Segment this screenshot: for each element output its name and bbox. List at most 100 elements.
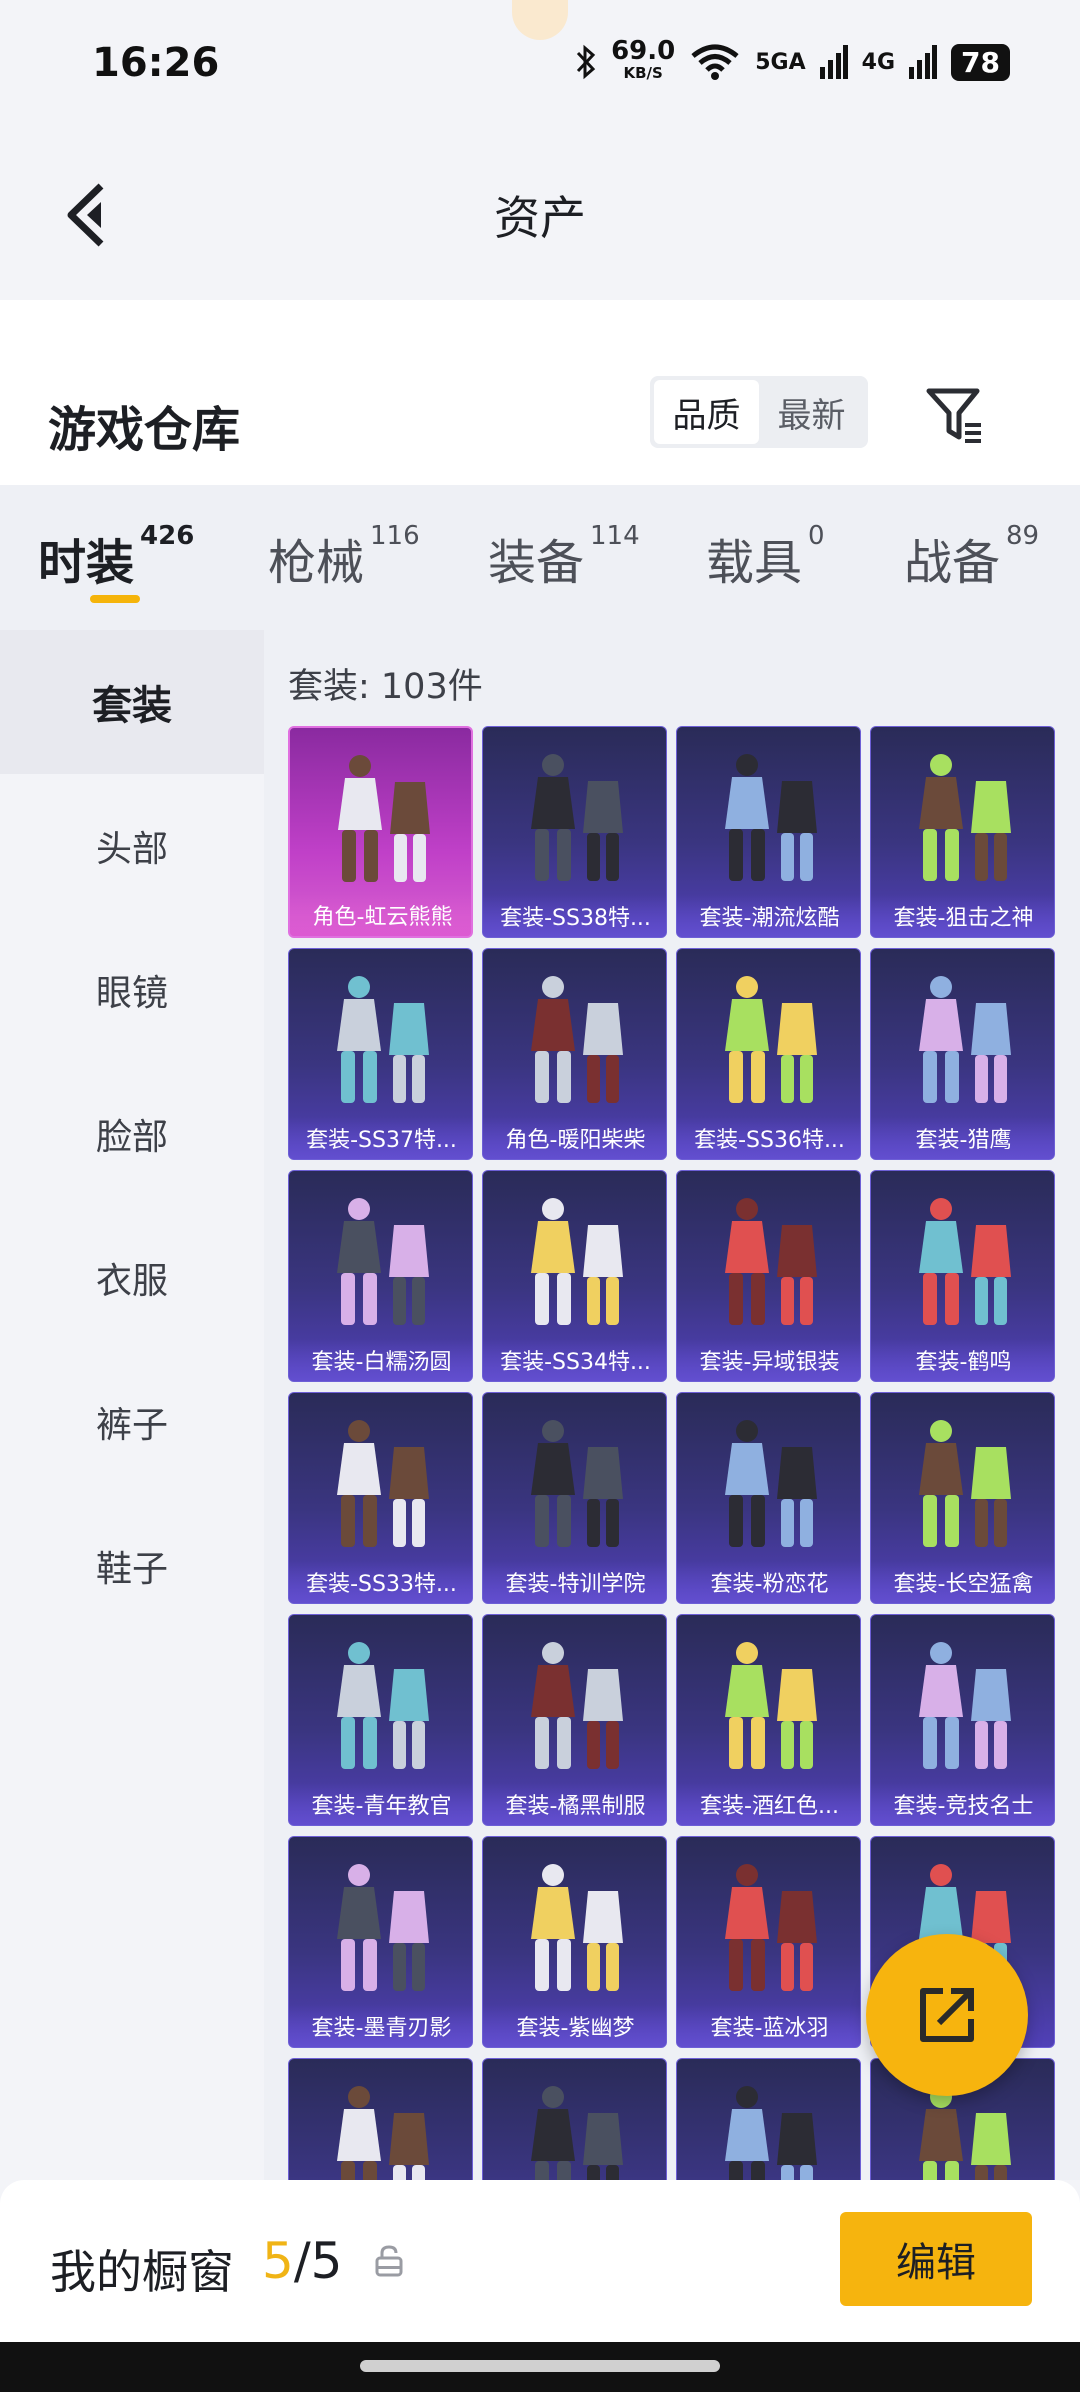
item-card[interactable]: 套装-SS33特...: [288, 1392, 473, 1604]
item-card[interactable]: 套装-青年教官: [288, 1614, 473, 1826]
item-card[interactable]: 角色-暖阳柴柴: [482, 948, 667, 1160]
item-card[interactable]: 套装-特训学院: [482, 1392, 667, 1604]
item-card[interactable]: 套装-狙击之神: [870, 726, 1055, 938]
active-tab-indicator: [90, 595, 140, 603]
notification-icon: [512, 0, 568, 40]
tab-fashion[interactable]: 时装 426: [38, 521, 194, 593]
item-card-label: 套装-SS34特...: [483, 1339, 666, 1381]
item-card-label: 套装-狙击之神: [871, 895, 1054, 937]
signal-5g-label: 5GA: [755, 49, 806, 75]
showcase-bar: 我的橱窗 5/5 编辑: [0, 2180, 1080, 2342]
item-card-label: 套装-青年教官: [289, 1783, 472, 1825]
item-card[interactable]: [482, 2058, 667, 2180]
item-card-label: 套装-橘黑制服: [483, 1783, 666, 1825]
item-card[interactable]: 套装-墨青刃影: [288, 1836, 473, 2048]
outfit-thumbnail: [337, 976, 429, 1103]
item-card-label: 套装-潮流炫酷: [677, 895, 860, 937]
share-button[interactable]: [866, 1934, 1028, 2096]
tab-equipment[interactable]: 装备 114: [488, 521, 640, 593]
share-icon: [920, 1988, 974, 2042]
item-card-label: 角色-暖阳柴柴: [483, 1117, 666, 1159]
item-card-label: 套装-特训学院: [483, 1561, 666, 1603]
outfit-thumbnail: [531, 1864, 623, 1991]
item-card[interactable]: 套装-SS37特...: [288, 948, 473, 1160]
item-card[interactable]: [288, 2058, 473, 2180]
item-card-label: 套装-鹤鸣: [871, 1339, 1054, 1381]
tab-weapons[interactable]: 枪械 116: [268, 521, 420, 593]
sort-latest-option[interactable]: 最新: [759, 380, 864, 444]
item-card[interactable]: 套装-白糯汤圆: [288, 1170, 473, 1382]
outfit-thumbnail: [725, 976, 817, 1103]
outfit-thumbnail: [725, 1198, 817, 1325]
item-card-label: 套装-SS37特...: [289, 1117, 472, 1159]
filter-button[interactable]: [920, 380, 990, 450]
sidebar-item-suits[interactable]: 套装: [0, 630, 264, 774]
item-card[interactable]: 角色-虹云熊熊: [288, 726, 473, 938]
outfit-thumbnail: [337, 1198, 429, 1325]
sidebar-item-pants[interactable]: 裤子: [0, 1350, 264, 1494]
outfit-thumbnail: [337, 1420, 429, 1547]
page-title: 资产: [494, 191, 586, 245]
status-time: 16:26: [92, 40, 220, 86]
item-card-label: 套装-SS33特...: [289, 1561, 472, 1603]
status-icons: 69.0 KB/S 5GA 4G 78: [575, 38, 1010, 84]
warehouse-title: 游戏仓库: [48, 402, 241, 458]
item-card-label: 套装-蓝冰羽: [677, 2005, 860, 2047]
item-card[interactable]: 套装-SS34特...: [482, 1170, 667, 1382]
home-gesture-bar[interactable]: [360, 2360, 720, 2372]
outfit-thumbnail: [337, 2086, 429, 2180]
outfit-thumbnail: [531, 2086, 623, 2180]
tab-vehicles[interactable]: 载具 0: [706, 521, 825, 593]
app-header: 资产: [0, 130, 1080, 300]
item-card[interactable]: 套装-长空猛禽: [870, 1392, 1055, 1604]
item-card-label: 角色-虹云熊熊: [290, 894, 471, 936]
outfit-thumbnail: [531, 754, 623, 881]
item-card-label: 套装-竞技名士: [871, 1783, 1054, 1825]
item-card[interactable]: 套装-猎鹰: [870, 948, 1055, 1160]
showcase-label: 我的橱窗: [50, 2245, 234, 2299]
item-card[interactable]: 套装-鹤鸣: [870, 1170, 1055, 1382]
item-card-label: 套装-SS38特...: [483, 895, 666, 937]
status-bar: 16:26 69.0 KB/S 5GA 4G 78: [0, 0, 1080, 130]
outfit-thumbnail: [725, 1420, 817, 1547]
outfit-thumbnail: [531, 1642, 623, 1769]
item-card-label: 套装-墨青刃影: [289, 2005, 472, 2047]
sidebar-item-clothes[interactable]: 衣服: [0, 1206, 264, 1350]
item-card[interactable]: 套装-橘黑制服: [482, 1614, 667, 1826]
item-card[interactable]: 套装-潮流炫酷: [676, 726, 861, 938]
item-card-label: 套装-粉恋花: [677, 1561, 860, 1603]
item-count: 套装: 103件: [288, 667, 483, 707]
system-nav-bar: [0, 2342, 1080, 2392]
sidebar-item-glasses[interactable]: 眼镜: [0, 918, 264, 1062]
edit-button[interactable]: 编辑: [840, 2212, 1032, 2306]
item-card[interactable]: 套装-竞技名士: [870, 1614, 1055, 1826]
item-card[interactable]: 套装-酒红色...: [676, 1614, 861, 1826]
item-card[interactable]: 套装-粉恋花: [676, 1392, 861, 1604]
outfit-thumbnail: [725, 754, 817, 881]
sidebar-item-head[interactable]: 头部: [0, 774, 264, 918]
item-card[interactable]: 套装-SS36特...: [676, 948, 861, 1160]
item-card-label: 套装-猎鹰: [871, 1117, 1054, 1159]
outfit-thumbnail: [919, 1420, 1011, 1547]
sidebar: 套装 头部 眼镜 脸部 衣服 裤子 鞋子: [0, 630, 264, 2180]
item-card[interactable]: [676, 2058, 861, 2180]
outfit-thumbnail: [337, 1864, 429, 1991]
warehouse-bar: 游戏仓库 品质 最新: [0, 300, 1080, 485]
sidebar-item-shoes[interactable]: 鞋子: [0, 1494, 264, 1638]
outfit-thumbnail: [725, 1864, 817, 1991]
tab-supplies[interactable]: 战备 89: [904, 521, 1039, 593]
outfit-thumbnail: [338, 755, 430, 882]
item-card-label: 套装-长空猛禽: [871, 1561, 1054, 1603]
signal-4g-label: 4G: [861, 49, 896, 75]
sidebar-item-face[interactable]: 脸部: [0, 1062, 264, 1206]
outfit-thumbnail: [725, 2086, 817, 2180]
item-card[interactable]: 套装-SS38特...: [482, 726, 667, 938]
showcase-count: 5/5: [262, 2232, 343, 2290]
signal-icon: [819, 45, 848, 79]
item-card-label: 套装-酒红色...: [677, 1783, 860, 1825]
item-card[interactable]: 套装-紫幽梦: [482, 1836, 667, 2048]
item-card[interactable]: 套装-异域银装: [676, 1170, 861, 1382]
sort-quality-option[interactable]: 品质: [654, 380, 759, 444]
item-card[interactable]: 套装-蓝冰羽: [676, 1836, 861, 2048]
bluetooth-icon: [576, 44, 596, 80]
